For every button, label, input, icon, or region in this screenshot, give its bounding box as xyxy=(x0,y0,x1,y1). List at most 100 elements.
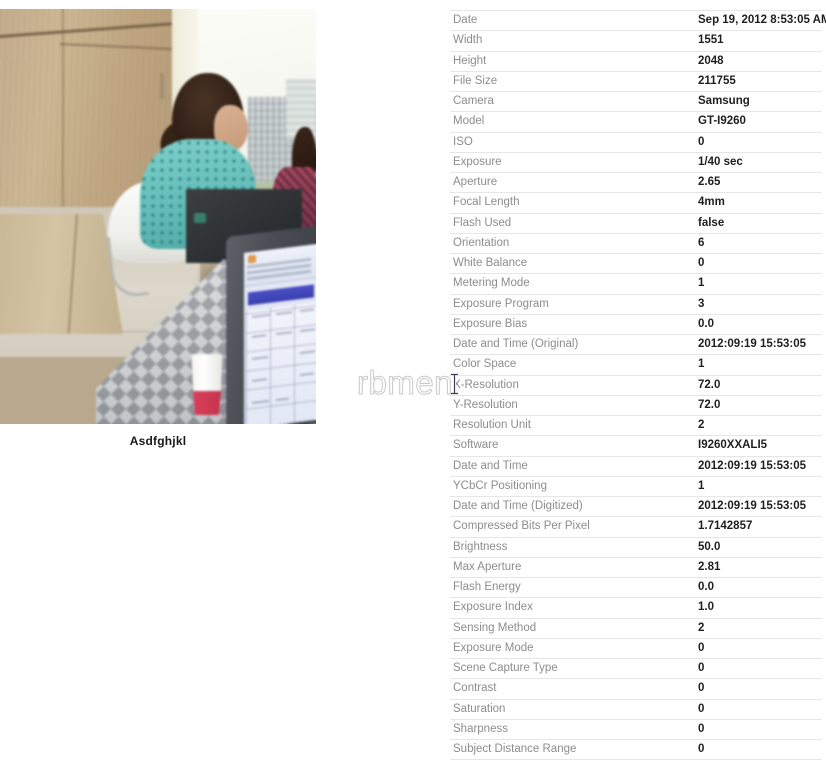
table-row: Contrast 0 xyxy=(450,678,822,700)
exif-viewer-page: Asdfghjkl Date Sep 19, 2012 8:53:05 AM Wid… xyxy=(0,0,826,768)
metadata-value: 6 xyxy=(695,233,822,255)
table-row: Exposure Program 3 xyxy=(450,294,822,315)
metadata-key: Contrast xyxy=(450,678,695,700)
metadata-key: Saturation xyxy=(450,699,695,720)
table-row: Date and Time (Digitized) 2012:09:19 15:5… xyxy=(450,496,822,518)
metadata-value: 2.65 xyxy=(695,172,822,194)
metadata-key: Focal Length xyxy=(450,192,695,214)
metadata-key: Aperture xyxy=(450,172,695,194)
metadata-value: 2048 xyxy=(695,51,822,72)
table-row: Brightness 50.0 xyxy=(450,537,822,558)
table-row: Exposure Mode 0 xyxy=(450,638,822,660)
table-row: Date and Time (Original) 2012:09:19 15:53… xyxy=(450,334,822,356)
metadata-value: 2012:09:19 15:53:05 xyxy=(695,496,822,518)
table-row: Height 2048 xyxy=(450,51,822,72)
metadata-value: 0.0 xyxy=(695,314,822,336)
table-row: White Balance 0 xyxy=(450,253,822,275)
metadata-value: 2 xyxy=(695,415,822,437)
metadata-value: 50.0 xyxy=(695,537,822,558)
metadata-key: Scene Capture Type xyxy=(450,658,695,680)
metadata-value: 2.81 xyxy=(695,557,822,579)
photo-thumbnail[interactable] xyxy=(0,9,316,424)
metadata-key: Flash Energy xyxy=(450,577,695,599)
metadata-value: 1 xyxy=(695,273,822,295)
text-cursor-ibeam xyxy=(449,373,460,395)
metadata-value: 211755 xyxy=(695,71,822,93)
metadata-key: ISO xyxy=(450,132,695,153)
table-row: Orientation 6 xyxy=(450,233,822,255)
photo-spreadsheet-selection-bar xyxy=(248,284,314,306)
metadata-key: Metering Mode xyxy=(450,273,695,295)
photo-laptop-sticker xyxy=(194,213,206,223)
metadata-value: false xyxy=(695,213,822,234)
metadata-key: Date and Time xyxy=(450,456,695,477)
metadata-value: 0 xyxy=(695,719,822,741)
metadata-value: 1 xyxy=(695,476,822,498)
metadata-value: 3 xyxy=(695,294,822,315)
table-row: Subject Distance Range 0 xyxy=(450,739,822,761)
photo-spreadsheet-ribbon xyxy=(244,244,316,287)
metadata-key: Flash Used xyxy=(450,213,695,234)
table-row: Sharpness 0 xyxy=(450,719,822,741)
metadata-key: Brightness xyxy=(450,537,695,558)
metadata-value: 0 xyxy=(695,132,822,153)
metadata-key: Width xyxy=(450,30,695,52)
metadata-key: Date and Time (Digitized) xyxy=(450,496,695,518)
table-row: Date Sep 19, 2012 8:53:05 AM xyxy=(450,9,826,32)
table-row: File Size 211755 xyxy=(450,71,822,93)
metadata-key: Compressed Bits Per Pixel xyxy=(450,516,695,538)
metadata-value: 1551 xyxy=(695,30,822,52)
metadata-value: 1/40 sec xyxy=(695,152,822,174)
watermark-text: rbmen xyxy=(356,364,454,401)
metadata-value: 4mm xyxy=(695,192,822,214)
photo-paper-cup-band xyxy=(192,391,222,415)
table-row: Max Aperture 2.81 xyxy=(450,557,822,579)
metadata-value: 0 xyxy=(695,699,822,720)
table-row: Aperture 2.65 xyxy=(450,172,822,194)
metadata-key: Orientation xyxy=(450,233,695,255)
metadata-value: Sep 19, 2012 8:53:05 AM xyxy=(695,9,826,32)
metadata-key: X-Resolution xyxy=(450,375,695,396)
metadata-value: 0 xyxy=(695,658,822,680)
metadata-value: 1.7142857 xyxy=(695,516,822,538)
table-row: Camera Samsung xyxy=(450,91,822,113)
table-row: Exposure 1/40 sec xyxy=(450,152,822,174)
table-row: Exposure Bias 0.0 xyxy=(450,314,822,336)
photo-door-handle xyxy=(160,73,164,99)
metadata-key: Sensing Method xyxy=(450,618,695,639)
metadata-value: 0.0 xyxy=(695,577,822,599)
metadata-key: Resolution Unit xyxy=(450,415,695,437)
metadata-key: Sharpness xyxy=(450,719,695,741)
metadata-value: I9260XXALI5 xyxy=(695,435,822,457)
metadata-value: 0 xyxy=(695,253,822,275)
photo-spreadsheet-grid xyxy=(246,302,316,424)
metadata-key: Exposure xyxy=(450,152,695,174)
metadata-value: 72.0 xyxy=(695,375,822,396)
table-row: Color Space 1 xyxy=(450,354,822,376)
table-row: Saturation 0 xyxy=(450,699,822,720)
table-row: Y-Resolution 72.0 xyxy=(450,395,822,417)
table-row: YCbCr Positioning 1 xyxy=(450,476,822,498)
table-row: Resolution Unit 2 xyxy=(450,415,822,437)
table-row: Scene Capture Type 0 xyxy=(450,658,822,680)
metadata-key: Subject Distance Range xyxy=(450,739,695,761)
metadata-value: 0 xyxy=(695,739,822,761)
metadata-key: Max Aperture xyxy=(450,557,695,579)
table-row: Exposure Index 1.0 xyxy=(450,597,822,619)
metadata-key: White Balance xyxy=(450,253,695,275)
metadata-key: Exposure Index xyxy=(450,597,695,619)
table-row: Metering Mode 1 xyxy=(450,273,822,295)
table-row: Focal Length 4mm xyxy=(450,192,822,214)
photo-wood-edge xyxy=(62,9,64,239)
table-row: X-Resolution 72.0 xyxy=(450,375,822,396)
metadata-key: Model xyxy=(450,111,695,133)
metadata-value: 2012:09:19 15:53:05 xyxy=(695,334,822,356)
table-row: Model GT-I9260 xyxy=(450,111,822,133)
photo-panel: Asdfghjkl xyxy=(0,9,316,448)
metadata-value: 2 xyxy=(695,618,822,639)
metadata-value: Samsung xyxy=(695,91,822,113)
metadata-key: Date xyxy=(450,9,695,32)
metadata-key: Color Space xyxy=(450,354,695,376)
metadata-value: 1 xyxy=(695,354,822,376)
photo-spreadsheet-app-icon xyxy=(248,254,256,264)
